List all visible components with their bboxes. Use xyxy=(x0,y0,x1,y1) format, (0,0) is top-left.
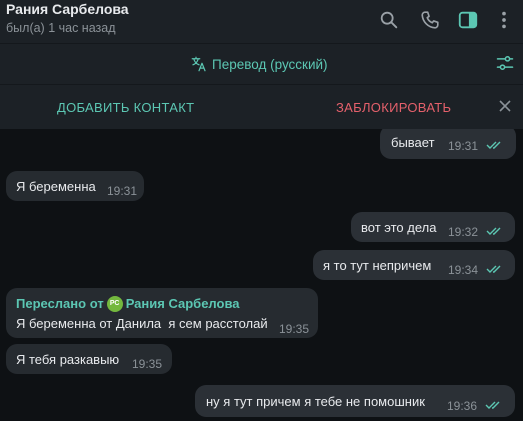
phone-icon[interactable] xyxy=(419,9,441,31)
message-time: 19:32 xyxy=(448,225,479,239)
more-vert-icon[interactable] xyxy=(493,9,515,31)
message-time: 19:35 xyxy=(132,357,163,371)
translate-button[interactable]: Перевод (русский) xyxy=(190,54,328,74)
forwarded-sender-name: Рания Сарбелова xyxy=(125,296,240,311)
message-time: 19:34 xyxy=(448,263,479,277)
message-text: Я беременна от Данила я сем расстолай xyxy=(16,316,268,331)
message-text: Я беременна xyxy=(16,179,96,194)
message-bubble-outgoing[interactable]: я то тут непричем 19:34 xyxy=(313,250,515,280)
read-check-icon xyxy=(486,265,501,273)
message-bubble-incoming[interactable]: Я беременна 19:31 xyxy=(6,171,144,201)
forwarded-message-bubble[interactable]: Переслано от РС Рания Сарбелова Я береме… xyxy=(6,288,318,338)
forwarded-prefix: Переслано от xyxy=(16,296,104,311)
translate-label: Перевод (русский) xyxy=(212,56,328,72)
message-time: 19:31 xyxy=(448,139,479,153)
message-time: 19:36 xyxy=(447,399,478,413)
add-contact-button[interactable]: ДОБАВИТЬ КОНТАКТ xyxy=(57,100,194,115)
message-time: 19:31 xyxy=(107,184,138,198)
message-bubble-outgoing[interactable]: ну я тут причем я тебе не помошник 19:36 xyxy=(195,385,515,417)
chat-window: Рания Сарбелова был(а) 1 час назад Перев… xyxy=(0,0,523,421)
message-bubble-outgoing[interactable]: бывает 19:31 xyxy=(380,129,516,159)
unknown-contact-bar: ДОБАВИТЬ КОНТАКТ ЗАБЛОКИРОВАТЬ xyxy=(0,84,523,129)
chat-header: Рания Сарбелова был(а) 1 час назад xyxy=(0,0,523,43)
message-time: 19:35 xyxy=(279,322,310,336)
close-icon[interactable] xyxy=(497,98,513,114)
read-check-icon xyxy=(485,401,500,409)
message-bubble-outgoing[interactable]: вот это дела 19:32 xyxy=(351,212,515,242)
contact-name[interactable]: Рания Сарбелова xyxy=(6,1,129,17)
message-list[interactable]: бывает 19:31 Я беременна 19:31 вот это д… xyxy=(0,129,523,421)
block-button[interactable]: ЗАБЛОКИРОВАТЬ xyxy=(336,100,451,115)
last-seen-status: был(а) 1 час назад xyxy=(6,21,116,35)
translate-bar: Перевод (русский) xyxy=(0,43,523,84)
read-check-icon xyxy=(486,141,501,149)
read-check-icon xyxy=(486,227,501,235)
message-text: бывает xyxy=(391,135,435,150)
search-icon[interactable] xyxy=(378,9,400,31)
message-text: я то тут непричем xyxy=(323,258,432,273)
translate-icon xyxy=(191,56,206,72)
message-bubble-incoming[interactable]: Я тебя разкавыю 19:35 xyxy=(6,344,172,374)
translate-settings-icon[interactable] xyxy=(495,53,515,73)
message-text: ну я тут причем я тебе не помошник xyxy=(206,394,425,409)
avatar: РС xyxy=(106,295,123,312)
message-text: Я тебя разкавыю xyxy=(16,352,120,367)
forwarded-header[interactable]: Переслано от РС Рания Сарбелова xyxy=(16,295,240,312)
message-text: вот это дела xyxy=(361,220,437,235)
sidebar-toggle-icon[interactable] xyxy=(457,9,479,31)
